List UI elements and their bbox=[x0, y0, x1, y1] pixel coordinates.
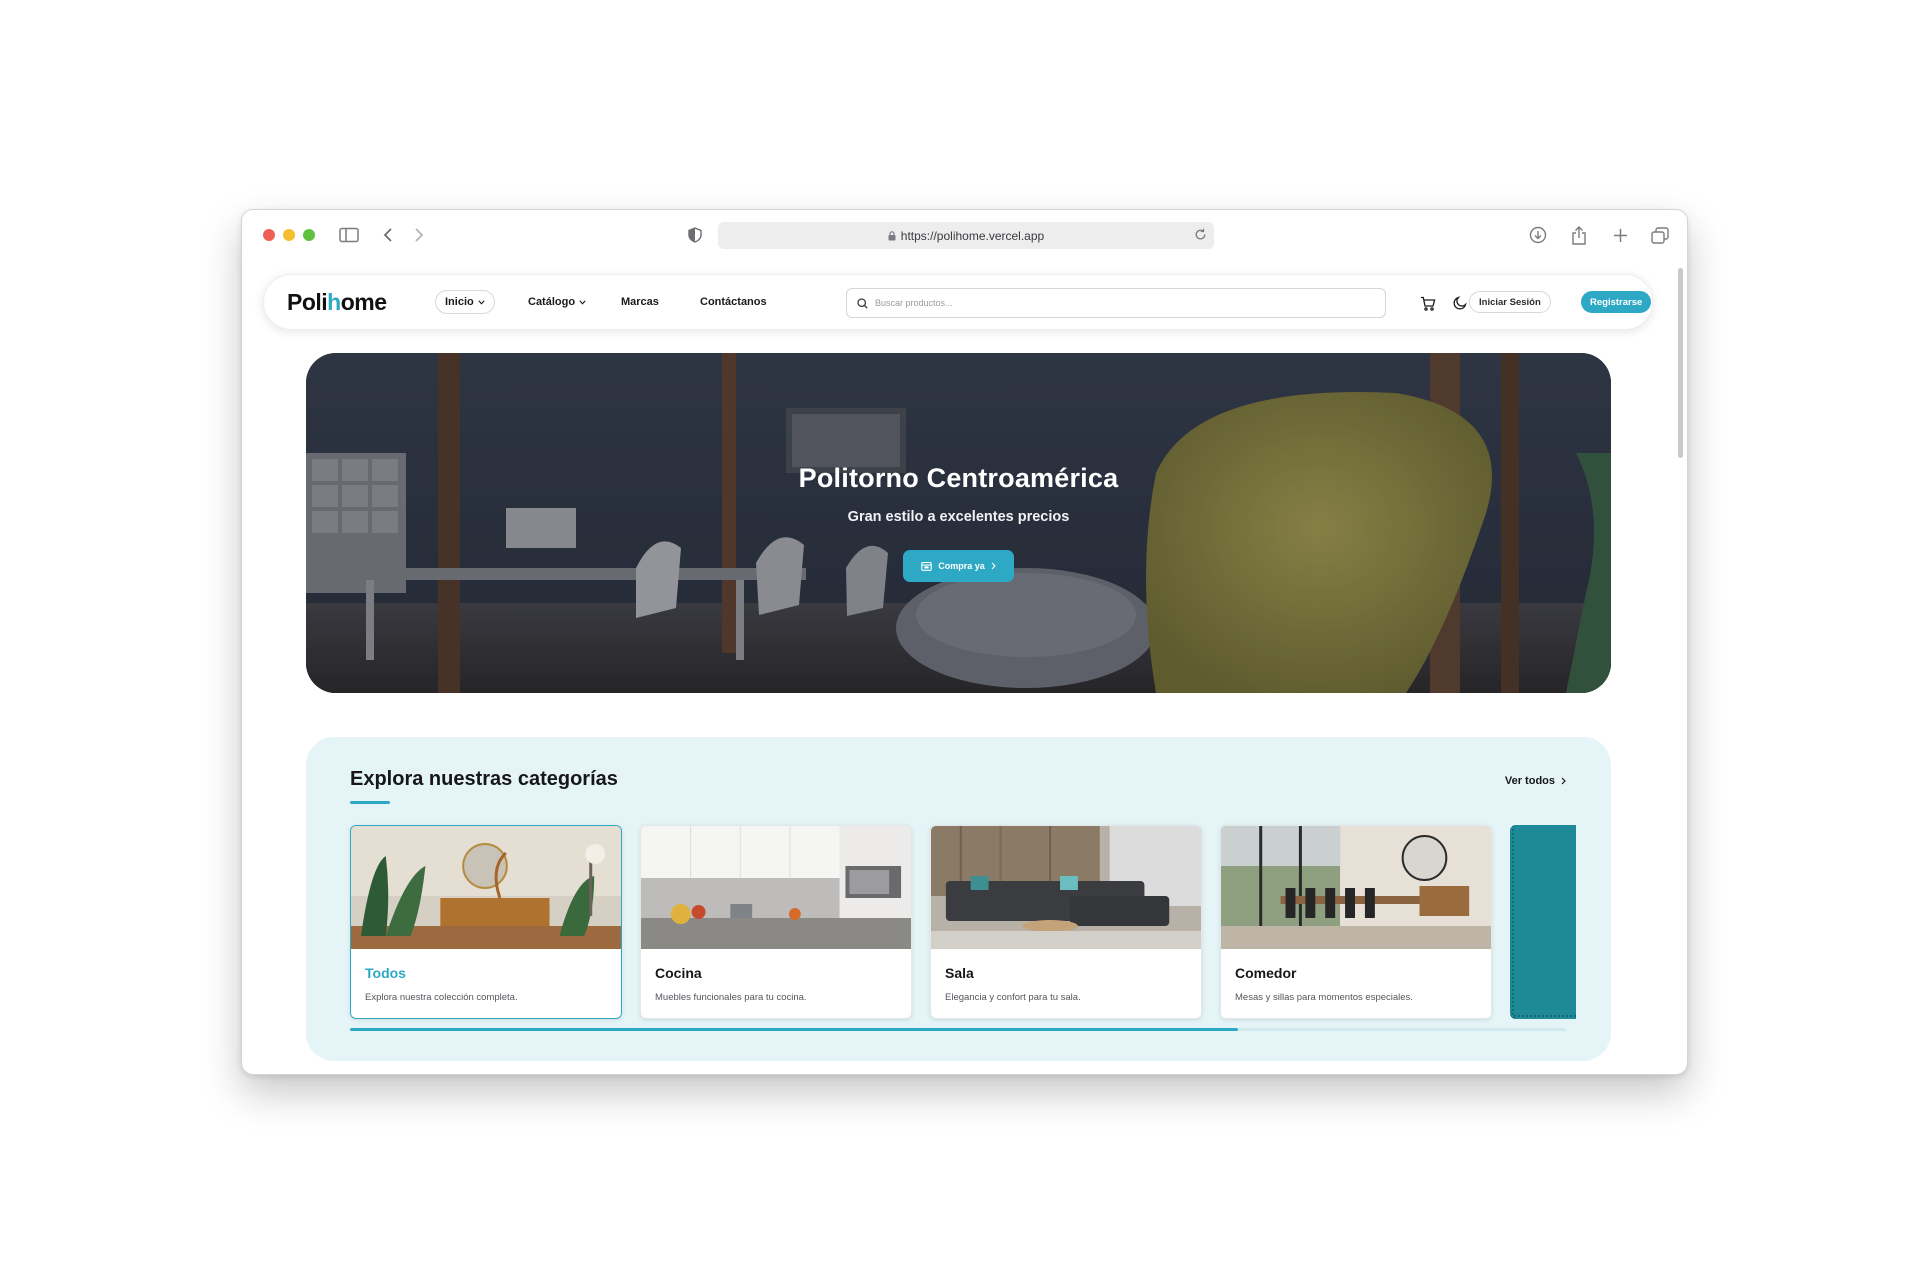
shield-icon[interactable] bbox=[683, 223, 707, 247]
forward-icon[interactable] bbox=[407, 223, 431, 247]
categories-title: Explora nuestras categorías bbox=[350, 768, 618, 790]
nav-marcas-label: Marcas bbox=[621, 296, 659, 308]
category-name: Comedor bbox=[1235, 965, 1297, 981]
carousel-scroll-track[interactable] bbox=[350, 1028, 1566, 1031]
nav-marcas[interactable]: Marcas bbox=[621, 290, 659, 314]
see-all-link[interactable]: Ver todos bbox=[1505, 775, 1566, 787]
nav-contactanos[interactable]: Contáctanos bbox=[700, 290, 767, 314]
category-description: Mesas y sillas para momentos especiales. bbox=[1235, 992, 1413, 1003]
category-card-todos[interactable]: Todos Explora nuestra colección completa… bbox=[350, 825, 622, 1019]
moon-icon[interactable] bbox=[1449, 292, 1471, 314]
tabs-overview-icon[interactable] bbox=[1648, 223, 1672, 247]
chevron-right-icon bbox=[991, 562, 996, 570]
category-image-cocina bbox=[641, 826, 911, 949]
search-input[interactable] bbox=[875, 298, 1355, 308]
next-category-card-peek[interactable] bbox=[1510, 825, 1576, 1019]
search-icon bbox=[857, 297, 868, 309]
page-scrollbar[interactable] bbox=[1678, 268, 1683, 458]
category-image-todos bbox=[351, 826, 621, 949]
lock-icon bbox=[888, 230, 896, 241]
nav-catalogo[interactable]: Catálogo bbox=[528, 290, 586, 314]
polihome-logo[interactable]: Polihome bbox=[287, 289, 387, 316]
minimize-window-button[interactable] bbox=[283, 229, 295, 241]
category-image-sala bbox=[931, 826, 1201, 949]
sidebar-icon[interactable] bbox=[337, 223, 361, 247]
chevron-down-icon bbox=[478, 299, 485, 305]
title-underline bbox=[350, 801, 390, 804]
back-icon[interactable] bbox=[376, 223, 400, 247]
category-description: Explora nuestra colección completa. bbox=[365, 992, 518, 1003]
shop-now-button[interactable]: Compra ya bbox=[903, 550, 1014, 582]
nav-inicio-label: Inicio bbox=[445, 296, 474, 308]
share-icon[interactable] bbox=[1567, 223, 1591, 247]
category-image-comedor bbox=[1221, 826, 1491, 949]
category-description: Elegancia y confort para tu sala. bbox=[945, 992, 1081, 1003]
hero-banner: Politorno Centroamérica Gran estilo a ex… bbox=[306, 353, 1611, 693]
category-name: Sala bbox=[945, 965, 974, 981]
download-icon[interactable] bbox=[1526, 223, 1550, 247]
shop-now-label: Compra ya bbox=[938, 561, 985, 571]
product-search bbox=[846, 288, 1386, 318]
new-tab-icon[interactable] bbox=[1608, 223, 1632, 247]
browser-toolbar: https://polihome.vercel.app bbox=[242, 210, 1687, 260]
register-button[interactable]: Registrarse bbox=[1581, 291, 1652, 313]
zoom-window-button[interactable] bbox=[303, 229, 315, 241]
category-description: Muebles funcionales para tu cocina. bbox=[655, 992, 807, 1003]
category-card-cocina[interactable]: Cocina Muebles funcionales para tu cocin… bbox=[640, 825, 912, 1019]
logo-suffix: ome bbox=[340, 289, 387, 315]
hero-title: Politorno Centroamérica bbox=[798, 463, 1119, 493]
category-image-partial bbox=[1510, 825, 1576, 1019]
hero-subtitle: Gran estilo a excelentes precios bbox=[847, 509, 1070, 525]
see-all-label: Ver todos bbox=[1504, 775, 1555, 787]
hero-content: Politorno Centroamérica Gran estilo a ex… bbox=[306, 353, 1611, 693]
browser-window: https://polihome.vercel.app Polihome Ini… bbox=[241, 209, 1688, 1075]
category-card-comedor[interactable]: Comedor Mesas y sillas para momentos esp… bbox=[1220, 825, 1492, 1019]
close-window-button[interactable] bbox=[263, 229, 275, 241]
calendar-icon bbox=[921, 561, 932, 571]
nav-contactanos-label: Contáctanos bbox=[700, 296, 767, 308]
chevron-right-icon bbox=[1561, 777, 1566, 785]
logo-prefix: Poli bbox=[287, 289, 328, 315]
nav-catalogo-label: Catálogo bbox=[528, 296, 576, 308]
category-name: Todos bbox=[365, 965, 406, 981]
categories-section: Explora nuestras categorías Ver todos To… bbox=[306, 737, 1611, 1061]
carousel-scroll-progress bbox=[350, 1028, 1238, 1031]
category-name: Cocina bbox=[655, 965, 702, 981]
address-bar[interactable]: https://polihome.vercel.app bbox=[718, 222, 1214, 249]
cart-icon[interactable] bbox=[1417, 292, 1439, 314]
address-text: https://polihome.vercel.app bbox=[900, 228, 1045, 243]
site-navbar: Polihome Inicio Catálogo Marcas Contácta… bbox=[263, 274, 1653, 330]
chevron-down-icon bbox=[579, 299, 586, 305]
nav-inicio[interactable]: Inicio bbox=[435, 290, 495, 314]
category-card-sala[interactable]: Sala Elegancia y confort para tu sala. bbox=[930, 825, 1202, 1019]
logo-accent-letter: h bbox=[327, 289, 341, 315]
reload-icon[interactable] bbox=[1194, 228, 1207, 241]
login-button[interactable]: Iniciar Sesión bbox=[1469, 291, 1551, 313]
